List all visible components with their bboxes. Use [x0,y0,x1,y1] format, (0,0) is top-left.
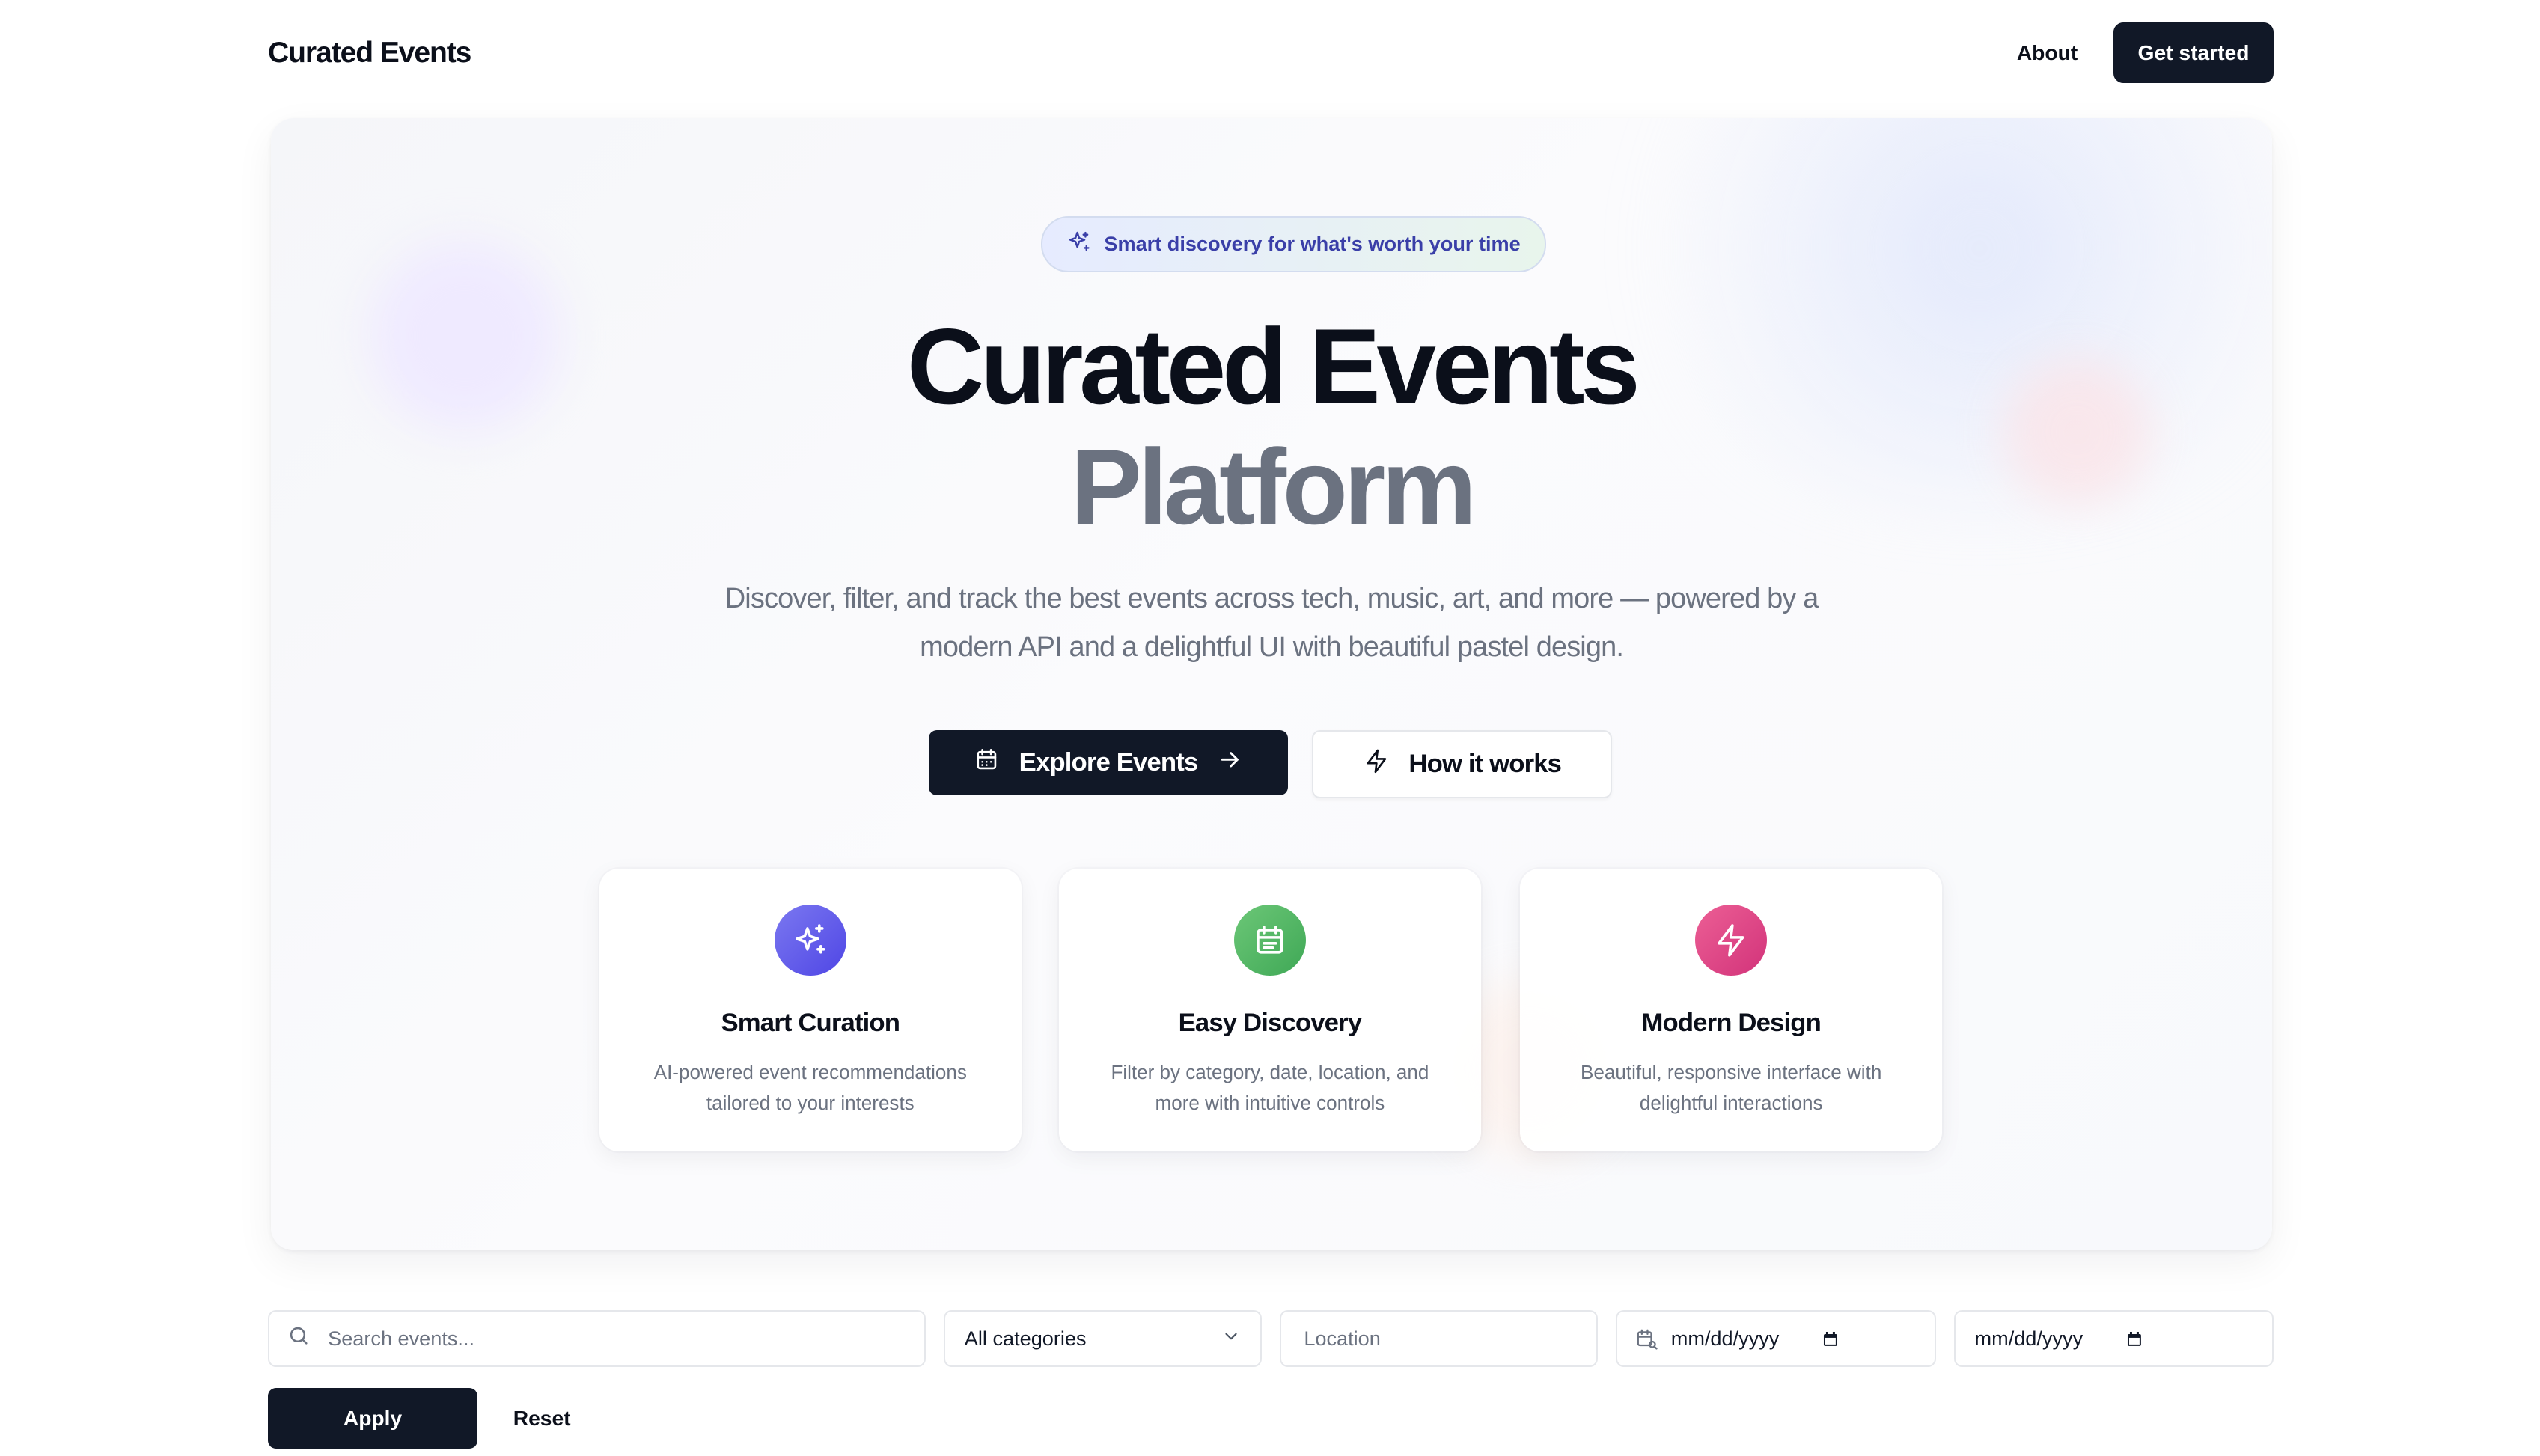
search-input[interactable] [324,1325,900,1353]
hero-title: Curated Events [906,307,1640,427]
feature-card-smart-curation: Smart Curation AI-powered event recommen… [599,868,1022,1151]
about-link[interactable]: About [2017,40,2078,65]
hero-badge: Smart discovery for what's worth your ti… [1040,215,1547,273]
date-from-field[interactable]: mm/dd/yyyy [1616,1310,1936,1368]
nav: About Get started [2017,22,2274,83]
category-select[interactable]: All categories [943,1310,1263,1368]
feature-card-easy-discovery: Easy Discovery Filter by category, date,… [1058,868,1481,1151]
arrow-right-icon [1217,747,1243,780]
calendar-picker-icon[interactable] [2125,1330,2143,1348]
explore-events-button[interactable]: Explore Events [929,730,1288,796]
feature-card-modern-design: Modern Design Beautiful, responsive inte… [1520,868,1943,1151]
reset-button[interactable]: Reset [513,1406,571,1431]
hero-title-secondary: Platform [1070,426,1477,547]
calendar-search-icon [1635,1327,1658,1350]
apply-button[interactable]: Apply [268,1388,477,1449]
calendar-icon [1234,904,1306,976]
category-selected-value: All categories [964,1327,1087,1351]
get-started-button[interactable]: Get started [2113,22,2274,83]
hero-subtitle: Discover, filter, and track the best eve… [724,583,1819,664]
feature-description: AI-powered event recommendations tailore… [653,1060,967,1114]
header: Curated Events About Get started [268,22,2274,83]
feature-description: Filter by category, date, location, and … [1111,1060,1429,1114]
sparkles-icon [775,904,846,976]
chevron-down-icon [1221,1327,1241,1351]
location-box [1279,1310,1599,1368]
feature-title: Modern Design [1641,1008,1821,1037]
hero-section: Smart discovery for what's worth your ti… [271,118,2272,1250]
page: Curated Events About Get started Smart d… [0,0,2540,1455]
filters-bar: All categories mm/dd/yyyy [268,1310,2274,1370]
how-it-works-label: How it works [1408,750,1562,779]
feature-title: Smart Curation [721,1008,900,1037]
brand-logo[interactable]: Curated Events [268,37,471,70]
date-from-value: mm/dd/yyyy [1670,1327,1780,1351]
feature-description: Beautiful, responsive interface with del… [1581,1060,1882,1114]
date-to-field[interactable]: mm/dd/yyyy [1953,1310,2274,1368]
how-it-works-button[interactable]: How it works [1312,730,1613,799]
lightning-icon [1695,904,1767,976]
explore-events-label: Explore Events [1019,748,1199,777]
feature-title: Easy Discovery [1178,1008,1362,1037]
sparkles-icon [1067,230,1092,260]
calendar-picker-icon[interactable] [1822,1330,1840,1348]
lightning-icon [1364,748,1390,781]
calendar-icon [974,747,1000,780]
hero-badge-text: Smart discovery for what's worth your ti… [1104,232,1521,256]
search-box [268,1310,926,1368]
date-to-value: mm/dd/yyyy [1974,1327,2083,1351]
search-icon [287,1324,310,1352]
location-input[interactable] [1300,1325,1578,1353]
